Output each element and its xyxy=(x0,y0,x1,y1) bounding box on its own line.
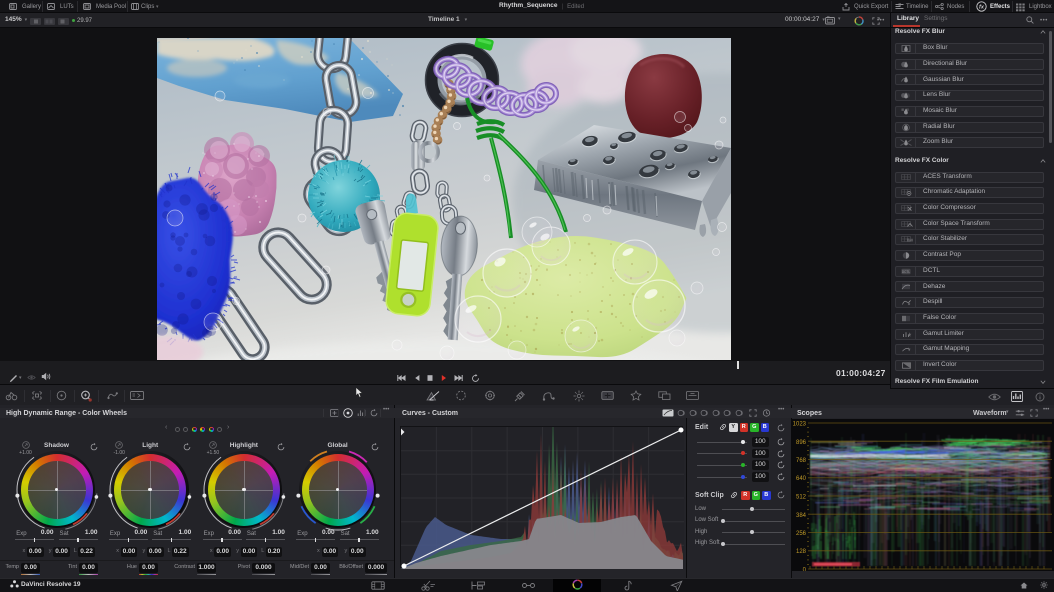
svg-text:384: 384 xyxy=(796,513,807,519)
svg-text:DCTL: DCTL xyxy=(902,270,911,274)
svg-text:fx: fx xyxy=(979,5,985,11)
svg-text:896: 896 xyxy=(796,440,807,446)
svg-text:768: 768 xyxy=(796,458,807,464)
svg-text:640: 640 xyxy=(796,476,807,482)
svg-text:1023: 1023 xyxy=(793,422,807,428)
svg-text:512: 512 xyxy=(796,495,807,501)
svg-text:128: 128 xyxy=(796,549,807,555)
svg-text:256: 256 xyxy=(796,531,807,537)
